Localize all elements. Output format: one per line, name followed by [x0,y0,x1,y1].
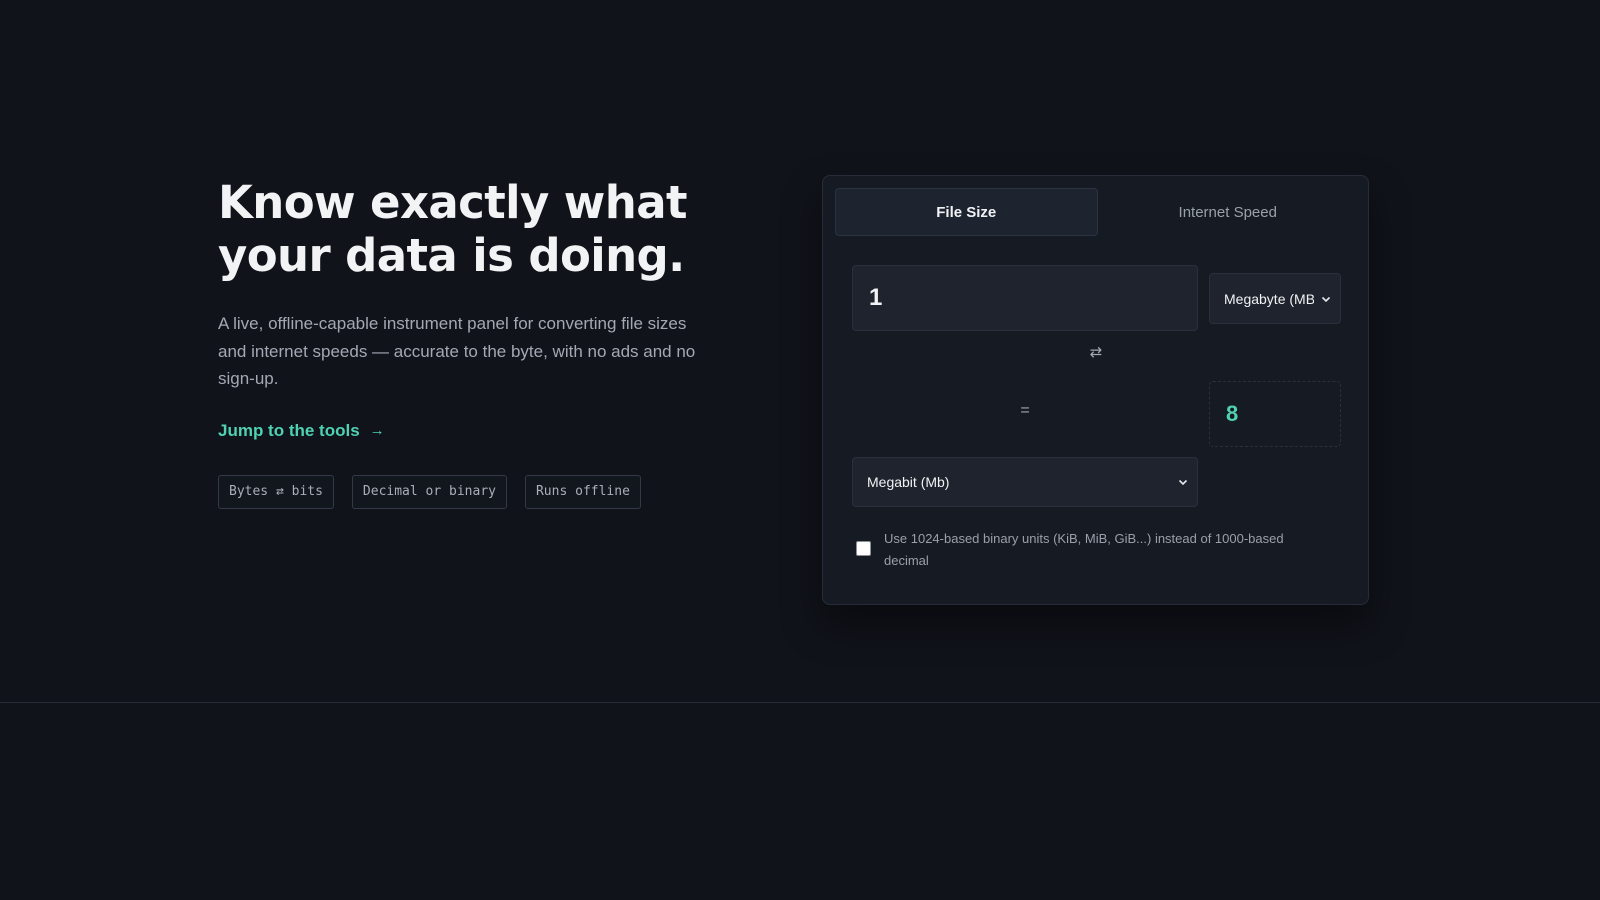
chip-runs-offline: Runs offline [524,474,641,509]
hero-title-line1: Know exactly what [218,176,687,229]
tab-internet-speed[interactable]: Internet Speed [1098,188,1359,236]
result-value: 8 [1209,381,1341,447]
hero: Know exactly what your data is doing. A … [218,176,698,509]
equals-sign: = [1020,402,1030,419]
hero-title: Know exactly what your data is doing. [218,176,698,282]
chip-decimal-binary: Decimal or binary [351,474,507,509]
converter-tabs: File Size Internet Speed [835,188,1358,236]
chevron-down-icon [1178,479,1188,486]
chevron-down-icon [1321,296,1331,302]
arrow-right-icon: → [369,422,385,439]
page: Know exactly what your data is doing. A … [0,0,1600,900]
from-unit-value: Megabyte (MB) [1224,290,1314,307]
to-unit-select[interactable]: Megabit (Mb) [852,457,1198,507]
binary-units-label: Use 1024-based binary units (KiB, MiB, G… [884,531,1284,568]
tab-file-size[interactable]: File Size [835,188,1098,236]
from-unit-select[interactable]: Megabyte (MB) [1209,273,1341,324]
amount-input[interactable]: 1 [852,265,1198,331]
hero-lede: A live, offline-capable instrument panel… [218,314,696,388]
binary-units-checkbox[interactable] [856,541,871,556]
binary-units-option[interactable]: Use 1024-based binary units (KiB, MiB, G… [856,528,1326,572]
jump-to-tools-link[interactable]: Jump to the tools → [218,421,385,441]
converter-panel: File Size Internet Speed 1 Megabyte (MB)… [822,175,1369,605]
to-unit-value: Megabit (Mb) [867,474,950,490]
feature-chips: Bytes ⇄ bits Decimal or binary Runs offl… [218,474,698,509]
chip-bytes-bits: Bytes ⇄ bits [218,474,334,509]
section-divider [0,702,1600,703]
jump-to-tools-label: Jump to the tools [218,420,360,440]
hero-title-line2: your data is doing. [218,229,685,282]
swap-icon[interactable]: ⇄ [1086,344,1106,362]
